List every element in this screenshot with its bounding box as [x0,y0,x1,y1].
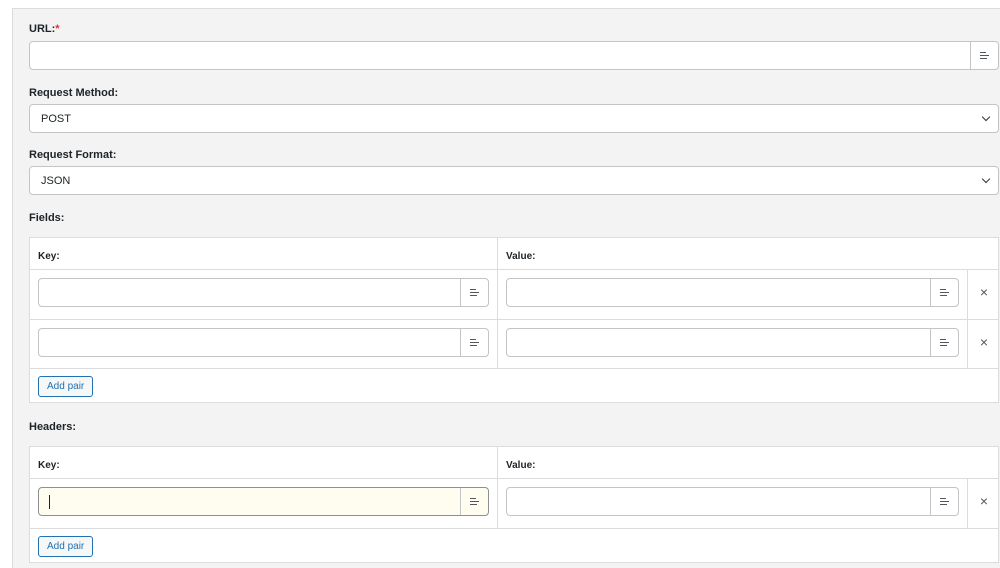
url-input[interactable] [30,42,970,69]
close-icon: × [979,284,989,300]
request-method-value: POST [41,113,71,125]
remove-row-button[interactable]: × [969,278,999,306]
webhook-settings-panel: URL:* Request Method: POST Request Forma… [12,8,1000,568]
fields-table: Key: Value: × × Add pair [29,237,999,403]
request-format-select[interactable]: JSON [29,166,999,195]
headers-value-header: Value: [506,460,536,471]
fields-key-header: Key: [38,251,60,262]
fields-label: Fields: [29,212,65,224]
text-lines-icon [470,338,479,347]
fields-value-text-1[interactable] [507,279,930,306]
fields-key-input-1[interactable] [38,278,489,307]
fields-add-pair-button[interactable]: Add pair [38,376,94,397]
headers-label: Headers: [29,421,77,433]
headers-value-text-1[interactable] [507,488,930,515]
headers-key-text-1[interactable] [39,488,460,515]
text-lines-icon [940,338,949,347]
key-addon-button[interactable] [460,329,488,356]
key-addon-button[interactable] [460,279,488,306]
headers-value-input-1[interactable] [506,487,959,516]
value-addon-button[interactable] [930,279,958,306]
fields-key-text-1[interactable] [39,279,460,306]
headers-key-input-1[interactable] [38,487,489,516]
close-icon: × [979,493,989,509]
text-lines-icon [470,497,479,506]
url-addon-button[interactable] [970,42,998,69]
fields-value-header: Value: [506,251,536,262]
required-mark: * [55,23,60,35]
fields-value-input-2[interactable] [506,328,959,357]
request-method-select[interactable]: POST [29,104,999,133]
remove-row-button[interactable]: × [969,487,999,515]
fields-value-text-2[interactable] [507,329,930,356]
request-format-label: Request Format: [29,149,117,161]
text-lines-icon [980,51,989,60]
url-label: URL:* [29,23,60,35]
fields-key-text-2[interactable] [39,329,460,356]
text-lines-icon [940,497,949,506]
close-icon: × [979,334,989,350]
chevron-down-icon [981,174,991,184]
value-addon-button[interactable] [930,329,958,356]
request-format-value: JSON [41,175,71,187]
url-field[interactable] [29,41,999,70]
text-lines-icon [940,288,949,297]
request-method-label: Request Method: [29,87,119,99]
headers-add-pair-button[interactable]: Add pair [38,536,94,557]
remove-row-button[interactable]: × [969,328,999,356]
text-lines-icon [470,288,479,297]
headers-key-header: Key: [38,460,60,471]
fields-key-input-2[interactable] [38,328,489,357]
chevron-down-icon [981,112,991,122]
fields-value-input-1[interactable] [506,278,959,307]
key-addon-button[interactable] [460,488,488,515]
headers-table: Key: Value: × Add pair [29,446,999,563]
value-addon-button[interactable] [930,488,958,515]
